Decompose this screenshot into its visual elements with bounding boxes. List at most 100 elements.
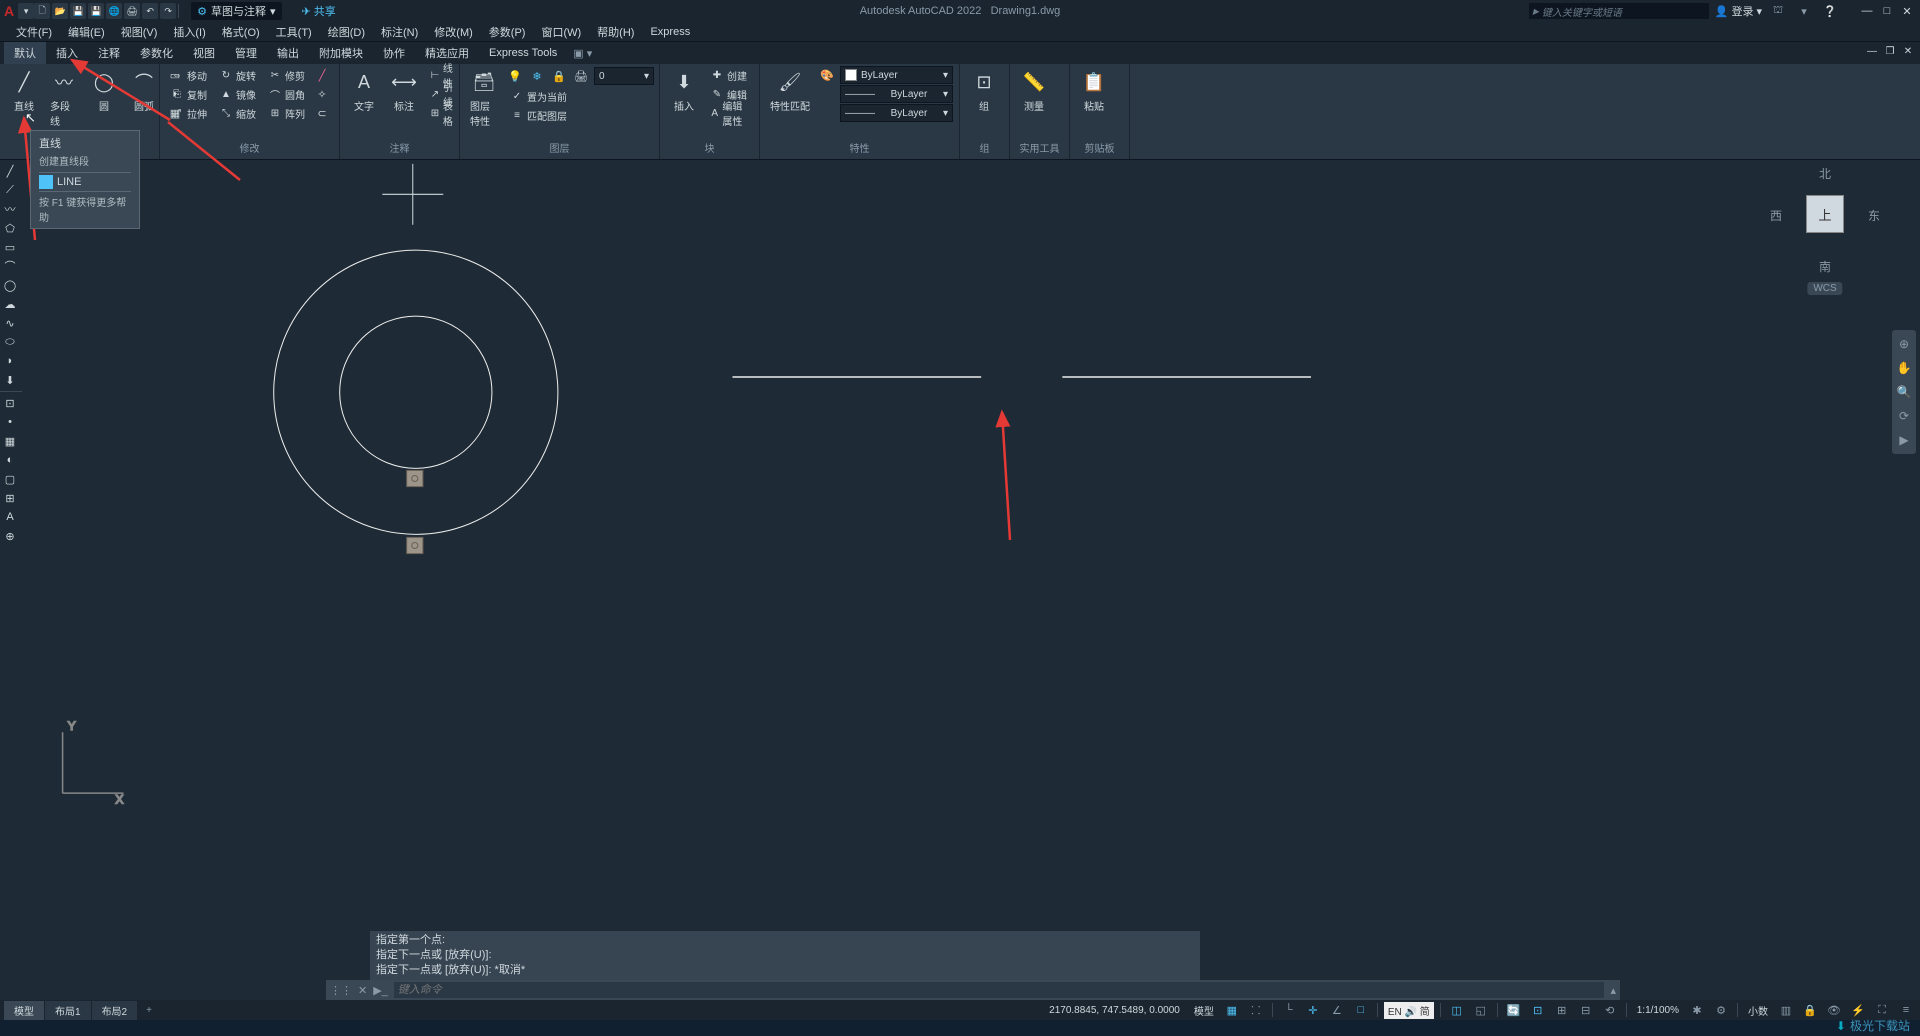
explode-icon[interactable]: ✧ bbox=[313, 85, 331, 103]
trim-button[interactable]: ✂修剪 bbox=[264, 66, 309, 84]
color-selector[interactable]: ByLayer▾ bbox=[840, 66, 953, 84]
line-button[interactable]: ╱直线 bbox=[6, 66, 42, 115]
table-button[interactable]: ⊞表格 bbox=[426, 104, 461, 122]
group-panel-label[interactable]: 组 bbox=[966, 138, 1003, 157]
tp-gradient-icon[interactable]: ◐ bbox=[0, 451, 20, 469]
layer-lock-icon[interactable]: 🔒 bbox=[550, 67, 568, 85]
viewcube-wcs[interactable]: WCS bbox=[1807, 282, 1842, 295]
insert-button[interactable]: ⬇插入 bbox=[666, 66, 702, 115]
nav-orbit-icon[interactable]: ⟳ bbox=[1892, 404, 1916, 428]
tp-rect-icon[interactable]: ▭ bbox=[0, 238, 20, 256]
layout-add-button[interactable]: + bbox=[138, 1003, 160, 1018]
exchange-icon[interactable]: ⛫ bbox=[1768, 2, 1788, 20]
rtab-注释[interactable]: 注释 bbox=[88, 42, 130, 64]
fillet-button[interactable]: ⌒圆角 bbox=[264, 85, 309, 103]
menu-修改(M)[interactable]: 修改(M) bbox=[426, 22, 481, 42]
tp-mtext-icon[interactable]: A bbox=[0, 508, 20, 526]
layout-tab-模型[interactable]: 模型 bbox=[4, 1001, 45, 1020]
polyline-button[interactable]: 〰多段线 bbox=[46, 66, 82, 130]
menu-窗口(W)[interactable]: 窗口(W) bbox=[533, 22, 589, 42]
rtab-插入[interactable]: 插入 bbox=[46, 42, 88, 64]
command-line[interactable]: ⋮⋮ ✕ ▶_ ▴ bbox=[326, 980, 1620, 1000]
share-button[interactable]: ✈ 共享 bbox=[302, 3, 336, 19]
ortho-toggle-icon[interactable]: └ bbox=[1279, 1001, 1299, 1019]
modify-panel-label[interactable]: 修改 bbox=[166, 138, 333, 157]
view-cube[interactable]: 北 南 西 东 上 WCS bbox=[1770, 165, 1880, 295]
rtab-附加模块[interactable]: 附加模块 bbox=[309, 42, 373, 64]
paste-button[interactable]: 📋粘贴 bbox=[1076, 66, 1112, 115]
props-panel-label[interactable]: 特性 bbox=[766, 138, 953, 157]
erase-icon[interactable]: ╱ bbox=[313, 66, 331, 84]
menu-帮助(H)[interactable]: 帮助(H) bbox=[589, 22, 642, 42]
tp-polyline-icon[interactable]: 〰 bbox=[0, 200, 20, 218]
cart-icon[interactable]: ▾ bbox=[1794, 2, 1814, 20]
qat-plot-icon[interactable]: 🖨 bbox=[124, 3, 140, 19]
matchprop-button[interactable]: 🖌特性匹配 bbox=[766, 66, 814, 115]
tp-polygon-icon[interactable]: ⬠ bbox=[0, 219, 20, 237]
ui-lock-icon[interactable]: 🔒 bbox=[1800, 1001, 1820, 1019]
dimension-button[interactable]: ⟷标注 bbox=[386, 66, 422, 115]
block-attr-button[interactable]: A编辑属性 bbox=[706, 104, 753, 122]
cmdline-close-icon[interactable]: ✕ bbox=[358, 984, 367, 997]
tp-point-icon[interactable]: • bbox=[0, 413, 20, 431]
login-button[interactable]: 👤 登录 ▾ bbox=[1715, 3, 1762, 19]
nav-pan-icon[interactable]: ✋ bbox=[1892, 356, 1916, 380]
tp-addsel-icon[interactable]: ⊕ bbox=[0, 527, 20, 545]
transparency-icon[interactable]: ◱ bbox=[1471, 1001, 1491, 1019]
qat-new-icon[interactable]: 🗋 bbox=[34, 3, 50, 19]
offset-icon[interactable]: ⊂ bbox=[313, 104, 331, 122]
tp-circle-icon[interactable]: ◯ bbox=[0, 276, 20, 294]
layer-on-icon[interactable]: 💡 bbox=[506, 67, 524, 85]
layer-freeze-icon[interactable]: ❄ bbox=[528, 67, 546, 85]
3dosnap-icon[interactable]: ⊡ bbox=[1528, 1001, 1548, 1019]
qat-undo-icon[interactable]: ↶ bbox=[142, 3, 158, 19]
viewcube-west[interactable]: 西 bbox=[1770, 207, 1782, 224]
doc-minimize-button[interactable]: — bbox=[1864, 44, 1880, 58]
qat-web-icon[interactable]: 🌐 bbox=[106, 3, 122, 19]
close-button[interactable]: ✕ bbox=[1898, 3, 1916, 19]
gear-icon[interactable]: ⚙ bbox=[1711, 1001, 1731, 1019]
layer-props-button[interactable]: 🗃图层特性 bbox=[466, 66, 502, 130]
move-button[interactable]: ⇔移动 bbox=[166, 66, 211, 84]
menu-绘图(D)[interactable]: 绘图(D) bbox=[320, 22, 373, 42]
tp-insert-icon[interactable]: ⬇ bbox=[0, 371, 20, 389]
menu-工具(T)[interactable]: 工具(T) bbox=[268, 22, 320, 42]
doc-restore-button[interactable]: ❐ bbox=[1882, 44, 1898, 58]
mirror-button[interactable]: ▲镜像 bbox=[215, 85, 260, 103]
layer-selector[interactable]: 0▾ bbox=[594, 67, 654, 85]
tp-spline-icon[interactable]: ∿ bbox=[0, 314, 20, 332]
minimize-button[interactable]: — bbox=[1858, 3, 1876, 19]
command-input[interactable] bbox=[394, 982, 1605, 998]
layout-tab-布局2[interactable]: 布局2 bbox=[92, 1001, 139, 1020]
viewcube-top[interactable]: 上 bbox=[1806, 195, 1844, 233]
rtab-参数化[interactable]: 参数化 bbox=[130, 42, 183, 64]
viewcube-south[interactable]: 南 bbox=[1819, 258, 1831, 275]
nav-fullnav-icon[interactable]: ⊕ bbox=[1892, 332, 1916, 356]
drawing-canvas[interactable]: Y X bbox=[22, 160, 1920, 1000]
menu-Express[interactable]: Express bbox=[642, 24, 698, 40]
selectioncycle-icon[interactable]: ⟲ bbox=[1600, 1001, 1620, 1019]
tp-xline-icon[interactable]: ⟋ bbox=[0, 181, 20, 199]
search-input[interactable]: 键入关键字或短语 bbox=[1529, 3, 1709, 19]
menu-标注(N)[interactable]: 标注(N) bbox=[373, 22, 426, 42]
group-button[interactable]: ⊡组 bbox=[966, 66, 1002, 115]
menu-文件(F)[interactable]: 文件(F) bbox=[8, 22, 60, 42]
menu-插入(I)[interactable]: 插入(I) bbox=[165, 22, 213, 42]
circle-button[interactable]: ◯圆 bbox=[86, 66, 122, 115]
qat-menu[interactable]: ▾ bbox=[18, 3, 34, 19]
text-button[interactable]: A文字 bbox=[346, 66, 382, 115]
rtab-协作[interactable]: 协作 bbox=[373, 42, 415, 64]
copy-button[interactable]: ⎘复制 bbox=[166, 85, 211, 103]
measure-button[interactable]: 📏测量 bbox=[1016, 66, 1052, 115]
snap-toggle-icon[interactable]: ⸬ bbox=[1246, 1001, 1266, 1019]
layer-setcurrent-button[interactable]: ✓置为当前 bbox=[506, 87, 654, 105]
block-create-button[interactable]: ✚创建 bbox=[706, 66, 753, 84]
space-model[interactable]: 模型 bbox=[1190, 1003, 1218, 1018]
osnap-toggle-icon[interactable]: □ bbox=[1351, 1001, 1371, 1019]
qat-saveas-icon[interactable]: 💾 bbox=[88, 3, 104, 19]
dyninput-icon[interactable]: ⊞ bbox=[1552, 1001, 1572, 1019]
annovis-icon[interactable]: ✱ bbox=[1687, 1001, 1707, 1019]
block-panel-label[interactable]: 块 bbox=[666, 138, 753, 157]
prop-palette-icon[interactable]: 🎨 bbox=[818, 66, 836, 84]
quickview-icon[interactable]: ▥ bbox=[1776, 1001, 1796, 1019]
